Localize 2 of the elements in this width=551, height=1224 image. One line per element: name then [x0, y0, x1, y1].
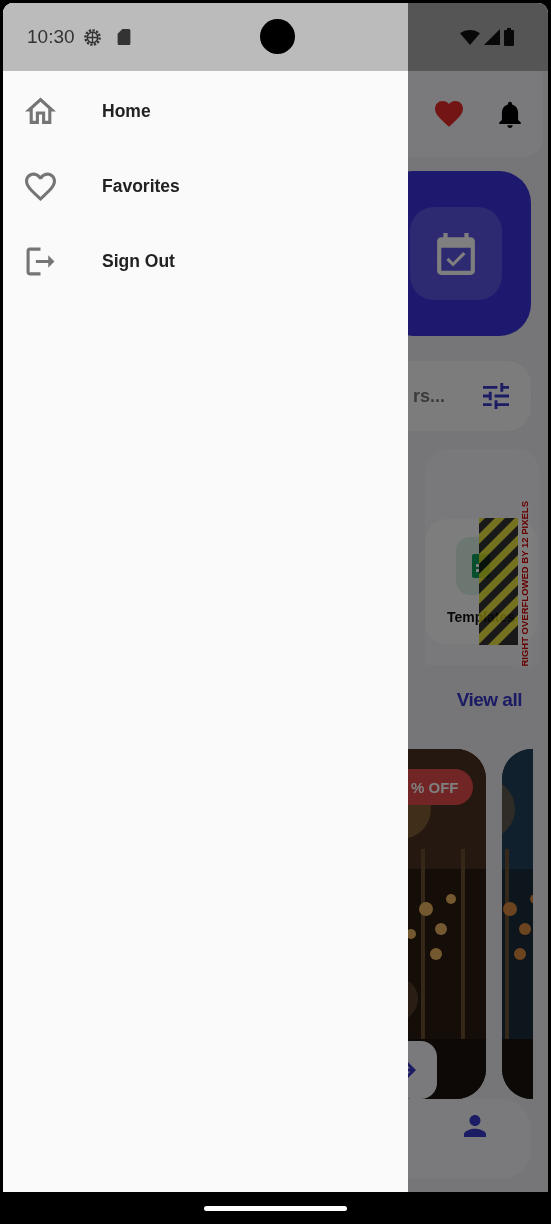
search-placeholder: rs... [413, 385, 446, 407]
status-time: 10:30 [27, 26, 75, 48]
